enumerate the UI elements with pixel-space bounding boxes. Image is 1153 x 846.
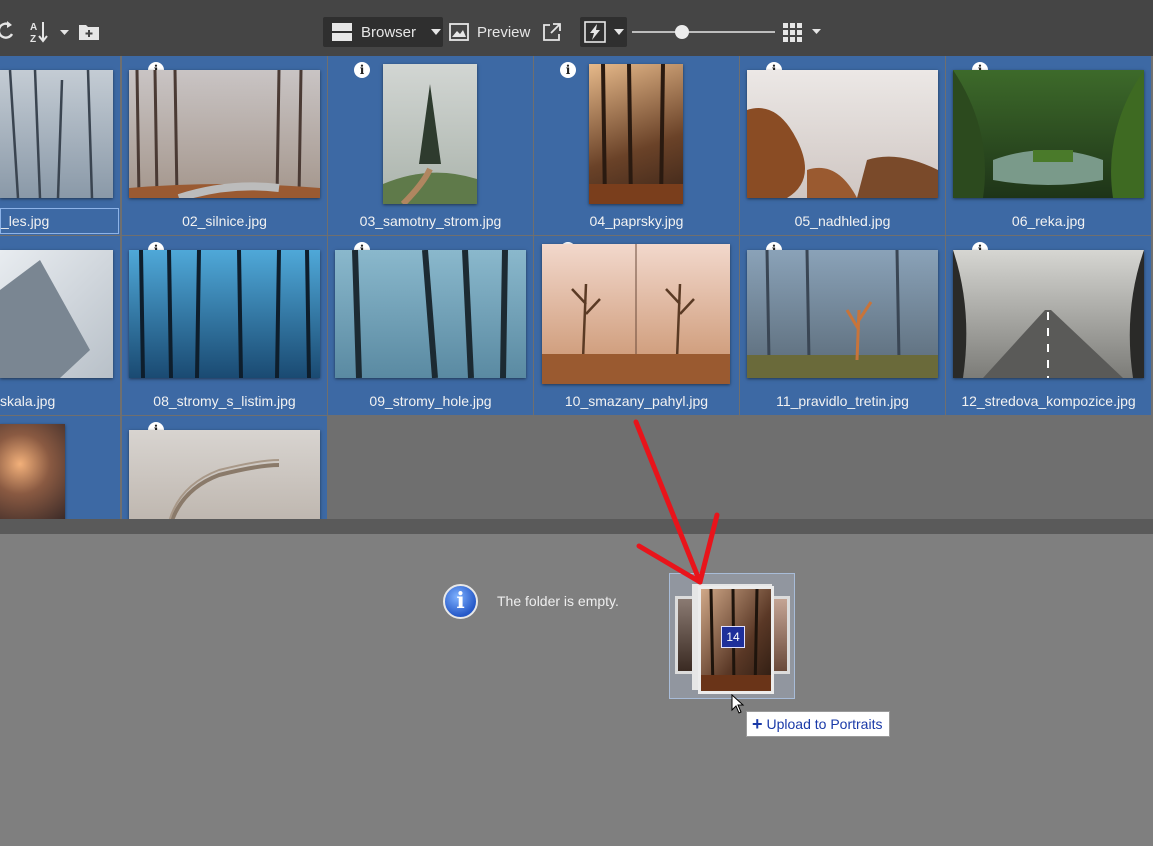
- mouse-cursor-icon: [731, 694, 745, 714]
- info-circle-icon: i: [443, 584, 478, 619]
- chevron-down-icon: [812, 29, 821, 34]
- thumbnail-cell[interactable]: i 08_stromy_s_listim.jpg: [122, 236, 327, 415]
- grid-view-icon[interactable]: [782, 22, 824, 42]
- thumbnail-filename: _les.jpg: [0, 208, 119, 234]
- slider-handle[interactable]: [675, 25, 689, 39]
- thumbnail-image: [953, 70, 1144, 198]
- thumbnail-cell[interactable]: skala.jpg: [0, 236, 120, 415]
- thumbnail-cell[interactable]: i 03_samotny_strom.jpg: [328, 56, 533, 235]
- thumbnail-image: [129, 69, 320, 202]
- thumbnail-image: [747, 249, 938, 378]
- thumbnail-filename: 09_stromy_hole.jpg: [369, 393, 492, 409]
- thumbnail-cell[interactable]: i 06_reka.jpg: [946, 56, 1151, 235]
- thumbnail-cell[interactable]: i 04_paprsky.jpg: [534, 56, 739, 235]
- upload-tooltip-label: Upload to Portraits: [766, 716, 883, 732]
- thumbnail-filename: 06_reka.jpg: [1011, 213, 1086, 229]
- preview-label: Preview: [477, 23, 531, 41]
- thumbnail-filename: 08_stromy_s_listim.jpg: [153, 393, 296, 409]
- chevron-down-icon[interactable]: [613, 28, 625, 36]
- thumbnail-image: [953, 250, 1144, 378]
- thumbnail-filename: 02_silnice.jpg: [182, 213, 267, 229]
- thumbnail-image: [383, 64, 477, 207]
- thumbnail-image: [589, 63, 683, 205]
- external-open-icon[interactable]: [542, 22, 562, 42]
- thumbnail-cell[interactable]: i 09_stromy_hole.jpg: [328, 236, 533, 415]
- image-icon: [449, 23, 469, 41]
- browser-label: Browser: [361, 23, 417, 41]
- thumbnail-image: [335, 249, 526, 379]
- thumbnail-cell[interactable]: _les.jpg: [0, 56, 120, 235]
- browser-view-button[interactable]: Browser: [323, 17, 443, 47]
- thumbnail-cell[interactable]: i 12_stredova_kompozice.jpg: [946, 236, 1151, 415]
- thumbnail-cell[interactable]: i: [122, 416, 327, 519]
- new-folder-icon[interactable]: [78, 22, 100, 42]
- lightning-icon: [584, 21, 606, 43]
- drag-preview: 14: [669, 573, 795, 699]
- sort-icon[interactable]: AZ: [28, 20, 72, 44]
- thumbnail-image: [0, 424, 65, 519]
- thumbnail-filename: 04_paprsky.jpg: [589, 213, 684, 229]
- thumbnail-filename: 03_samotny_strom.jpg: [359, 213, 502, 229]
- empty-folder-message: The folder is empty.: [497, 593, 619, 609]
- drag-count-badge: 14: [721, 626, 745, 648]
- plus-icon: +: [752, 714, 763, 734]
- thumbnail-grid: _les.jpg i 02_silnice.jpg i 03_samotny_s…: [0, 56, 1153, 519]
- thumbnail-image: [542, 244, 730, 385]
- folder-pane: i The folder is empty. 14 + Upload to Po…: [0, 534, 1153, 846]
- chevron-down-icon[interactable]: [430, 28, 442, 36]
- thumbnail-image: [747, 70, 938, 198]
- thumbnail-cell[interactable]: i 11_pravidlo_tretin.jpg: [740, 236, 945, 415]
- thumbnail-size-slider[interactable]: [632, 25, 775, 39]
- thumbnail-filename: 12_stredova_kompozice.jpg: [961, 393, 1136, 409]
- preview-view-button[interactable]: Preview: [449, 17, 530, 47]
- svg-text:A: A: [30, 22, 37, 33]
- top-toolbar: AZ Browser Preview: [0, 0, 1153, 56]
- info-icon[interactable]: i: [354, 62, 370, 78]
- thumbnail-cell[interactable]: i 10_smazany_pahyl.jpg: [534, 236, 739, 415]
- thumbnail-filename: skala.jpg: [0, 393, 56, 409]
- thumbnail-image: [0, 69, 113, 199]
- thumbnail-image: [129, 249, 320, 379]
- thumbnail-filename: 11_pravidlo_tretin.jpg: [776, 393, 909, 409]
- svg-text:Z: Z: [30, 34, 36, 44]
- panel-divider[interactable]: [0, 519, 1153, 534]
- quick-develop-button[interactable]: [580, 17, 627, 47]
- thumbnail-filename: 05_nadhled.jpg: [794, 213, 891, 229]
- thumbnail-image: [0, 250, 113, 378]
- thumbnail-cell[interactable]: [0, 416, 120, 519]
- info-icon[interactable]: i: [560, 62, 576, 78]
- refresh-icon[interactable]: [0, 20, 14, 42]
- browser-layout-icon: [332, 23, 352, 41]
- thumbnail-image: [129, 430, 320, 519]
- thumbnail-filename: 10_smazany_pahyl.jpg: [564, 393, 709, 409]
- thumbnail-cell[interactable]: i 05_nadhled.jpg: [740, 56, 945, 235]
- upload-tooltip: + Upload to Portraits: [746, 711, 891, 737]
- thumbnail-cell[interactable]: i 02_silnice.jpg: [122, 56, 327, 235]
